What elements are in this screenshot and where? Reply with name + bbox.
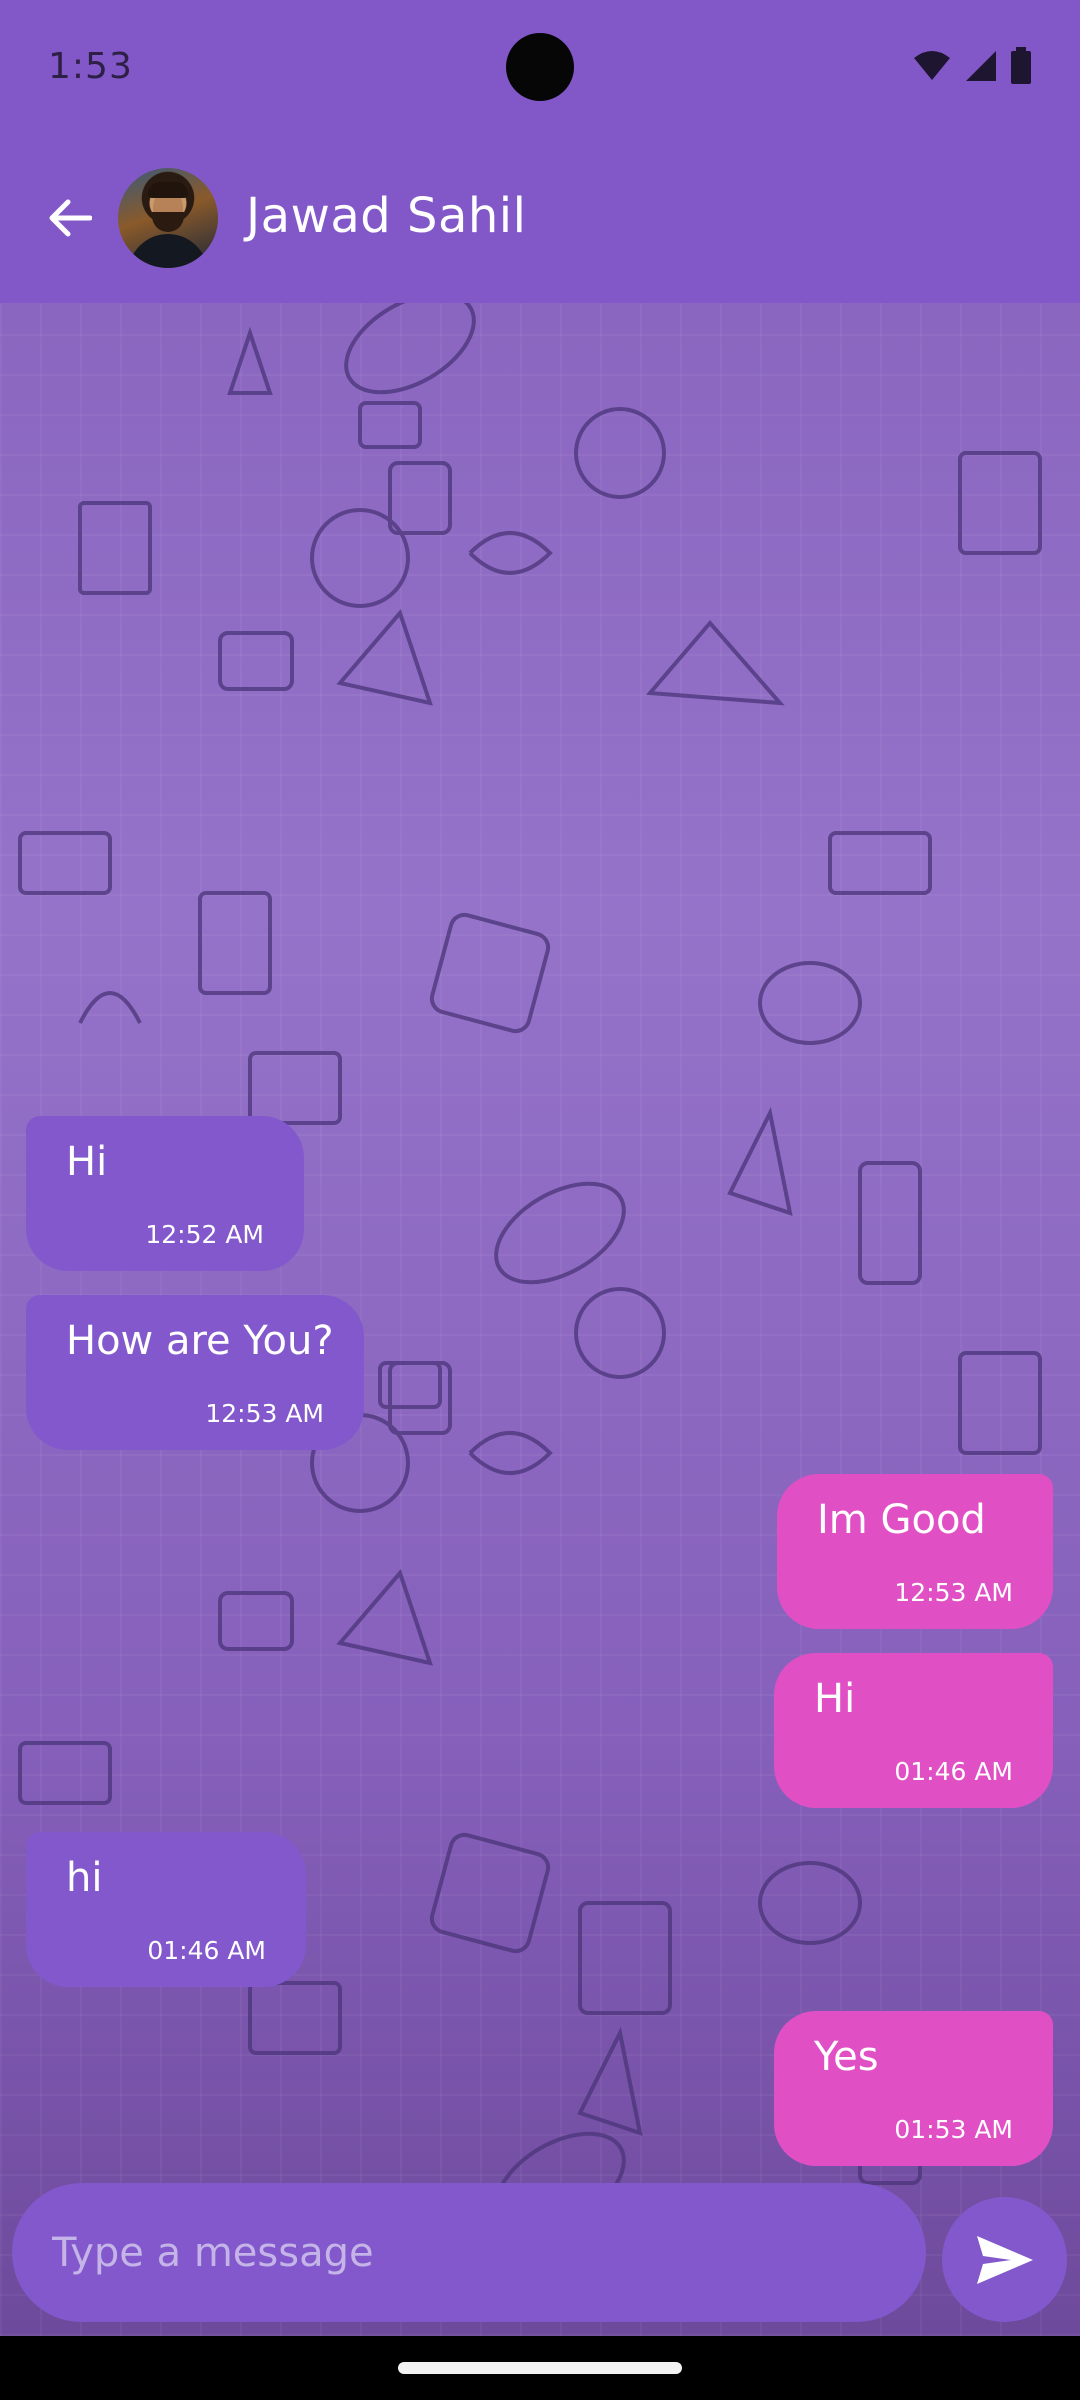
message-bubble-outgoing[interactable]: Yes 01:53 AM	[774, 2011, 1053, 2166]
battery-icon	[1011, 47, 1031, 84]
message-bubble-outgoing[interactable]: Hi 01:46 AM	[774, 1653, 1053, 1808]
message-time: 01:46 AM	[894, 1757, 1013, 1786]
message-time: 01:53 AM	[894, 2115, 1013, 2144]
message-text: Im Good	[817, 1497, 986, 1543]
message-time: 12:52 AM	[145, 1220, 264, 1249]
camera-cutout	[506, 33, 574, 101]
message-text: How are You?	[66, 1318, 334, 1364]
back-button[interactable]	[42, 190, 98, 246]
status-icons	[912, 47, 1032, 84]
message-bubble-incoming[interactable]: How are You? 12:53 AM	[26, 1295, 364, 1450]
send-icon	[976, 2235, 1033, 2284]
message-text: Hi	[814, 1676, 856, 1722]
status-time: 1:53	[48, 46, 133, 87]
message-bubble-incoming[interactable]: hi 01:46 AM	[26, 1832, 306, 1987]
message-time: 01:46 AM	[147, 1936, 266, 1965]
contact-name[interactable]: Jawad Sahil	[246, 188, 526, 244]
chat-screen: 1:53 Jawad Sahil Hi 12:52 AM How are You…	[0, 0, 1080, 2336]
message-time: 12:53 AM	[894, 1578, 1013, 1607]
contact-avatar[interactable]	[118, 168, 218, 268]
message-text: Yes	[814, 2034, 879, 2080]
message-text: Hi	[66, 1139, 108, 1185]
message-bubble-incoming[interactable]: Hi 12:52 AM	[26, 1116, 304, 1271]
system-nav-bar	[0, 2336, 1080, 2400]
app-header: 1:53 Jawad Sahil	[0, 0, 1080, 303]
message-composer	[12, 2183, 926, 2322]
arrow-left-icon	[49, 199, 92, 237]
wifi-icon	[914, 51, 950, 80]
message-input[interactable]	[52, 2229, 926, 2276]
message-bubble-outgoing[interactable]: Im Good 12:53 AM	[777, 1474, 1053, 1629]
signal-icon	[966, 51, 996, 81]
home-indicator[interactable]	[398, 2362, 682, 2374]
message-text: hi	[66, 1855, 103, 1901]
message-time: 12:53 AM	[205, 1399, 324, 1428]
send-button[interactable]	[942, 2197, 1067, 2322]
